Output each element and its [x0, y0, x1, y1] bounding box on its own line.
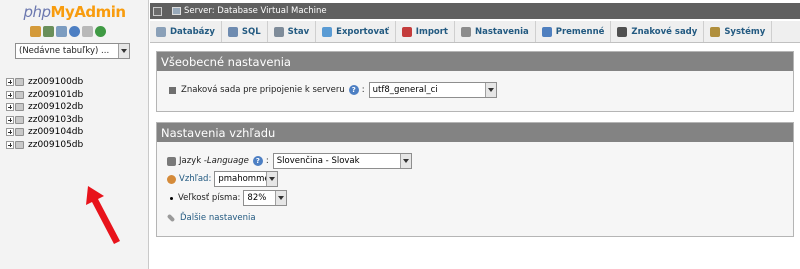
fontsize-row: Veľkosť písma: 82%	[167, 190, 288, 206]
tab-settings[interactable]: Nastavenia	[455, 21, 536, 42]
expand-icon[interactable]	[6, 115, 14, 124]
tab-export[interactable]: Exportovať	[316, 21, 396, 42]
sql-icon[interactable]	[56, 26, 67, 37]
import-icon	[401, 26, 412, 37]
tab-variables[interactable]: Premenné	[536, 21, 612, 42]
more-settings-link[interactable]: Ďalšie nastavenia	[180, 213, 256, 223]
main-tabs: Databázy SQL Stav Exportovať Import Nast…	[150, 21, 800, 43]
databases-icon	[156, 26, 166, 37]
fontsize-select[interactable]: 82%	[243, 190, 288, 206]
tab-charsets[interactable]: Znakové sady	[611, 21, 705, 42]
red-arrow-annotation	[86, 186, 120, 244]
database-icon	[15, 128, 24, 137]
panel-title: Nastavenia vzhľadu	[157, 123, 793, 142]
theme-select[interactable]: pmahomme	[214, 171, 279, 187]
chevron-down-icon	[484, 83, 496, 97]
database-icon	[15, 103, 24, 112]
wrench-icon	[461, 26, 471, 37]
reload-icon[interactable]	[95, 26, 106, 37]
collation-row: Znaková sada pre pripojenie k serveru ? …	[169, 82, 497, 98]
chevron-down-icon	[399, 154, 411, 168]
collation-select[interactable]: utf8_general_ci	[368, 82, 497, 98]
collapse-icon[interactable]	[153, 6, 162, 16]
chevron-down-icon	[118, 44, 129, 58]
phpmyadmin-logo[interactable]: phpMyAdmin	[0, 3, 149, 21]
chevron-down-icon	[275, 191, 287, 205]
recent-tables-select[interactable]: (Nedávne tabuľky) ...	[15, 43, 130, 59]
appearance-settings-panel: Nastavenia vzhľadu Jazyk - Language ? : …	[156, 122, 794, 237]
list-item[interactable]: zz009102db	[6, 101, 83, 114]
server-title[interactable]: Server: Database Virtual Machine	[184, 6, 327, 16]
nav-icon-bar	[30, 26, 106, 37]
database-list: zz009100db zz009101db zz009102db zz00910…	[6, 76, 83, 151]
chevron-down-icon	[266, 172, 278, 186]
engines-icon	[710, 26, 721, 37]
navigation-panel: phpMyAdmin (Nedávne tabuľky) ... zz00910…	[0, 0, 149, 269]
home-icon[interactable]	[30, 26, 41, 37]
list-item[interactable]: zz009104db	[6, 126, 83, 139]
database-icon[interactable]	[43, 26, 54, 37]
docs-icon[interactable]	[82, 26, 93, 37]
expand-icon[interactable]	[6, 103, 14, 112]
charset-icon	[617, 26, 628, 37]
sql-icon	[227, 26, 238, 37]
tab-sql[interactable]: SQL	[222, 21, 268, 42]
tab-import[interactable]: Import	[396, 21, 455, 42]
server-icon	[172, 7, 181, 15]
panel-title: Všeobecné nastavenia	[157, 52, 793, 71]
expand-icon[interactable]	[6, 128, 14, 137]
expand-icon[interactable]	[6, 140, 14, 149]
language-row: Jazyk - Language ? : Slovenčina - Slovak	[167, 153, 412, 169]
list-item[interactable]: zz009105db	[6, 139, 83, 152]
bullet-icon	[170, 196, 173, 200]
help-icon[interactable]	[69, 26, 80, 37]
theme-row: Vzhľad: pmahomme	[167, 171, 279, 187]
tab-databases[interactable]: Databázy	[150, 21, 222, 42]
language-select[interactable]: Slovenčina - Slovak	[272, 153, 412, 169]
server-breadcrumb: Server: Database Virtual Machine	[150, 3, 800, 19]
general-settings-panel: Všeobecné nastavenia Znaková sada pre pr…	[156, 51, 794, 112]
expand-icon[interactable]	[6, 78, 14, 87]
collation-icon	[169, 86, 176, 94]
help-icon[interactable]: ?	[348, 85, 359, 95]
tab-engines[interactable]: Systémy	[704, 21, 773, 42]
expand-icon[interactable]	[6, 90, 14, 99]
tab-status[interactable]: Stav	[268, 21, 317, 42]
database-icon	[15, 140, 24, 149]
palette-icon	[167, 174, 176, 184]
export-icon	[322, 26, 333, 37]
list-item[interactable]: zz009103db	[6, 114, 83, 127]
language-icon	[167, 156, 176, 166]
more-settings-row: Ďalšie nastavenia	[166, 213, 256, 223]
database-icon	[15, 115, 24, 124]
list-item[interactable]: zz009100db	[6, 76, 83, 89]
list-item[interactable]: zz009101db	[6, 89, 83, 102]
help-icon[interactable]: ?	[252, 156, 263, 166]
variables-icon	[541, 26, 552, 37]
database-icon	[15, 78, 24, 87]
status-icon	[273, 26, 284, 37]
database-icon	[15, 90, 24, 99]
wrench-icon	[166, 213, 176, 223]
